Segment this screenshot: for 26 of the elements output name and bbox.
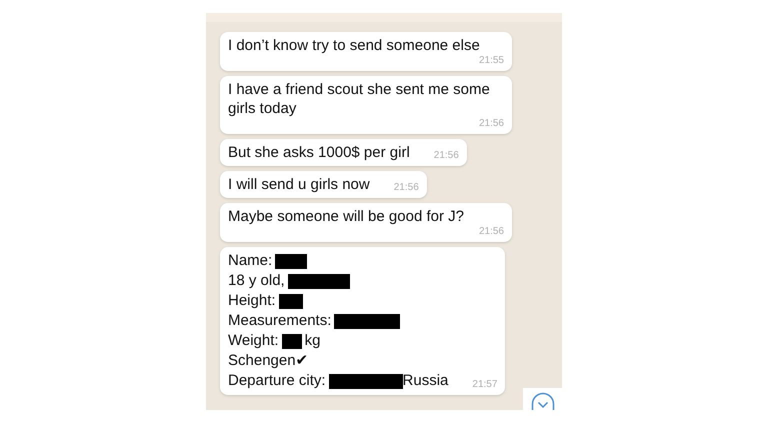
message-time: 21:57 (471, 379, 498, 391)
message-text: Russia (402, 371, 448, 391)
message-text: Weight: (228, 331, 279, 351)
message-text: Name: (228, 251, 272, 271)
message-text: Height: (228, 291, 276, 311)
chevron-down-icon (530, 392, 554, 410)
message-text: But she asks 1000$ per girl (228, 143, 410, 162)
message-time: 21:55 (478, 55, 504, 67)
message-text: I don’t know try to send someone else (228, 36, 480, 55)
message-time: 21:56 (432, 150, 459, 162)
message-text: Measurements: (228, 311, 332, 331)
redaction-bar (334, 314, 400, 328)
message-time: 21:56 (478, 118, 504, 130)
message-text: I will send u girls now (228, 175, 370, 194)
redaction-bar (288, 274, 350, 288)
message-text: I have a friend scout she sent me some girls today (228, 80, 491, 118)
redaction-bar (282, 334, 302, 348)
message-text: Maybe someone will be good for J? (228, 207, 464, 226)
message-time: 21:56 (478, 226, 504, 238)
redaction-bar (278, 294, 303, 308)
message-text: kg (304, 331, 320, 351)
message-text: 18 y old, (228, 271, 285, 291)
redaction-bar (275, 254, 308, 268)
message-time: 21:56 (392, 182, 419, 194)
message-text: Departure city: (228, 371, 326, 391)
message-text: Schengen✔ (228, 351, 309, 371)
